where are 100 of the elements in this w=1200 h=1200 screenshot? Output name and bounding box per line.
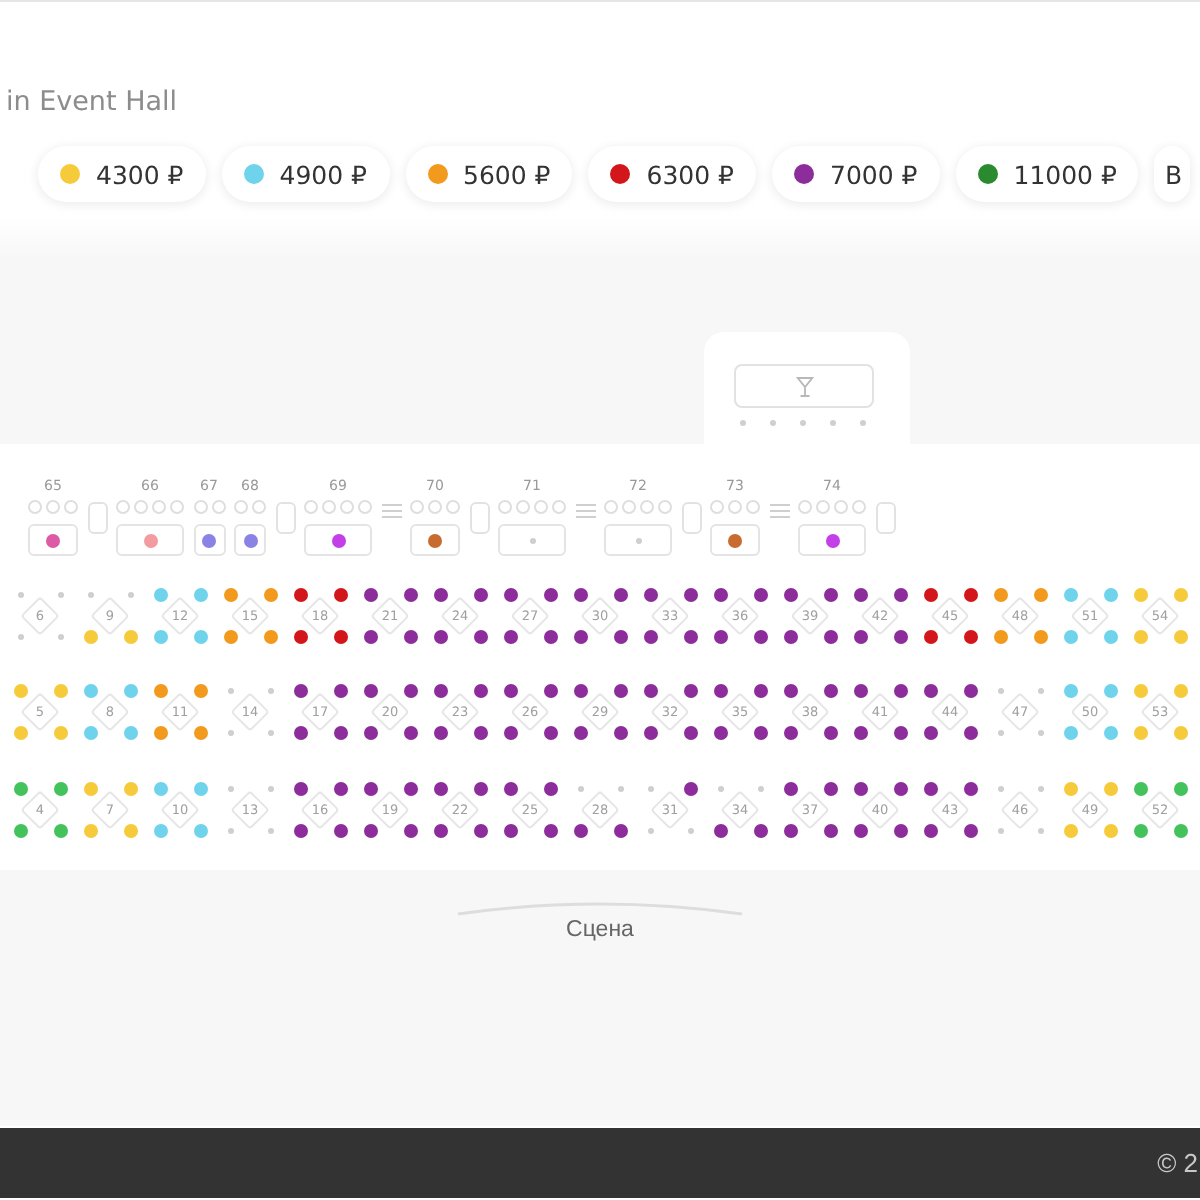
seat-icon[interactable]: [783, 781, 797, 795]
seat-icon[interactable]: [713, 587, 727, 601]
seat-icon[interactable]: [823, 587, 837, 601]
seat-icon[interactable]: [683, 587, 697, 601]
loge-table[interactable]: [304, 524, 372, 556]
seat-icon[interactable]: [473, 823, 487, 837]
seat-icon[interactable]: [403, 781, 417, 795]
seat-icon[interactable]: [293, 823, 307, 837]
seat-icon[interactable]: [473, 587, 487, 601]
seat-icon[interactable]: [713, 684, 727, 698]
seat-icon[interactable]: [473, 629, 487, 643]
seat-icon[interactable]: [893, 726, 907, 740]
seat-icon[interactable]: [853, 823, 867, 837]
seat-icon[interactable]: [923, 629, 937, 643]
seat-icon[interactable]: [293, 629, 307, 643]
seat-icon[interactable]: [433, 684, 447, 698]
seat-icon[interactable]: [293, 781, 307, 795]
seat-icon[interactable]: [473, 781, 487, 795]
seat-icon[interactable]: [643, 726, 657, 740]
seat-icon[interactable]: [923, 823, 937, 837]
price-filter[interactable]: 7000 ₽: [772, 146, 940, 202]
seat-icon[interactable]: [853, 684, 867, 698]
seat-icon[interactable]: [573, 587, 587, 601]
seat-icon[interactable]: [403, 684, 417, 698]
seat-icon[interactable]: [753, 726, 767, 740]
seat-icon[interactable]: [923, 726, 937, 740]
seat-icon[interactable]: [363, 726, 377, 740]
price-filter[interactable]: 11000 ₽: [955, 146, 1139, 202]
seat-icon[interactable]: [543, 726, 557, 740]
seat-icon[interactable]: [293, 726, 307, 740]
seat-icon[interactable]: [823, 781, 837, 795]
seat-icon[interactable]: [543, 781, 557, 795]
seat-icon[interactable]: [823, 726, 837, 740]
seat-icon[interactable]: [823, 629, 837, 643]
seat-icon[interactable]: [963, 587, 977, 601]
seat-icon[interactable]: [543, 587, 557, 601]
price-filter[interactable]: 6300 ₽: [588, 146, 756, 202]
seat-icon[interactable]: [363, 587, 377, 601]
seat-icon[interactable]: [823, 823, 837, 837]
seat-icon[interactable]: [853, 629, 867, 643]
seat-icon[interactable]: [783, 684, 797, 698]
seat-icon[interactable]: [403, 587, 417, 601]
seat-icon[interactable]: [403, 726, 417, 740]
seat-icon[interactable]: [333, 823, 347, 837]
seat-icon[interactable]: [503, 587, 517, 601]
seat-icon[interactable]: [363, 684, 377, 698]
seat-icon[interactable]: [683, 684, 697, 698]
seat-icon[interactable]: [783, 823, 797, 837]
seat-icon[interactable]: [293, 587, 307, 601]
seat-icon[interactable]: [503, 629, 517, 643]
seat-icon[interactable]: [963, 629, 977, 643]
seat-icon[interactable]: [433, 823, 447, 837]
seat-icon[interactable]: [613, 684, 627, 698]
seat-icon[interactable]: [893, 629, 907, 643]
seat-icon[interactable]: [363, 781, 377, 795]
seat-icon[interactable]: [433, 629, 447, 643]
seat-icon[interactable]: [713, 629, 727, 643]
seat-icon[interactable]: [613, 823, 627, 837]
seat-icon[interactable]: [683, 726, 697, 740]
seat-icon[interactable]: [753, 684, 767, 698]
seat-icon[interactable]: [713, 823, 727, 837]
seat-icon[interactable]: [613, 629, 627, 643]
seat-icon[interactable]: [923, 781, 937, 795]
seat-icon[interactable]: [293, 684, 307, 698]
seat-icon[interactable]: [543, 684, 557, 698]
seat-icon[interactable]: [543, 823, 557, 837]
seat-icon[interactable]: [573, 726, 587, 740]
loge-table[interactable]: [234, 524, 266, 556]
seat-icon[interactable]: [643, 684, 657, 698]
seat-icon[interactable]: [893, 587, 907, 601]
seat-icon[interactable]: [753, 587, 767, 601]
seat-icon[interactable]: [573, 629, 587, 643]
seat-icon[interactable]: [363, 629, 377, 643]
seat-icon[interactable]: [753, 629, 767, 643]
seat-icon[interactable]: [433, 587, 447, 601]
seat-icon[interactable]: [333, 629, 347, 643]
price-filter[interactable]: 5600 ₽: [405, 146, 573, 202]
seat-icon[interactable]: [433, 726, 447, 740]
loge-table[interactable]: [710, 524, 760, 556]
loge-table[interactable]: [193, 524, 225, 556]
seat-icon[interactable]: [473, 726, 487, 740]
seat-icon[interactable]: [783, 726, 797, 740]
seat-icon[interactable]: [923, 587, 937, 601]
seat-icon[interactable]: [473, 684, 487, 698]
seat-icon[interactable]: [683, 781, 697, 795]
seat-icon[interactable]: [613, 726, 627, 740]
seat-icon[interactable]: [503, 823, 517, 837]
seat-icon[interactable]: [893, 823, 907, 837]
seat-icon[interactable]: [643, 587, 657, 601]
seat-icon[interactable]: [403, 823, 417, 837]
seat-icon[interactable]: [403, 629, 417, 643]
seat-icon[interactable]: [963, 823, 977, 837]
seat-icon[interactable]: [823, 684, 837, 698]
seat-icon[interactable]: [893, 781, 907, 795]
seat-icon[interactable]: [503, 726, 517, 740]
seat-icon[interactable]: [333, 587, 347, 601]
seat-icon[interactable]: [543, 629, 557, 643]
seat-icon[interactable]: [923, 684, 937, 698]
seat-icon[interactable]: [713, 726, 727, 740]
price-filter[interactable]: 4900 ₽: [221, 146, 389, 202]
